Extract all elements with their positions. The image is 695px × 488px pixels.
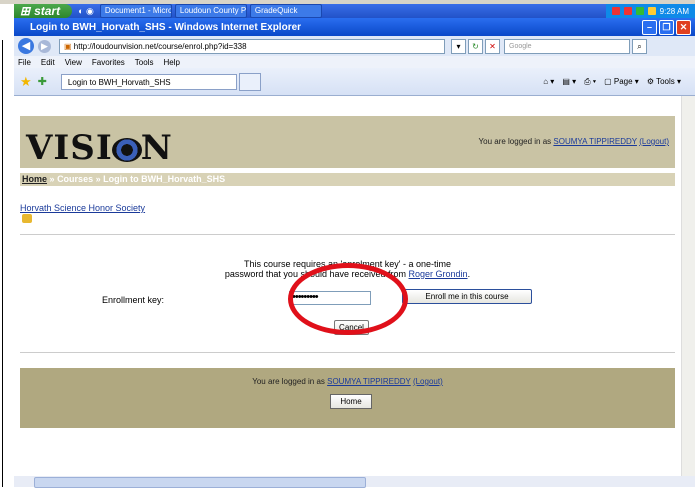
enroll-button[interactable]: Enroll me in this course bbox=[402, 289, 532, 304]
feeds-icon[interactable]: ▤ ▾ bbox=[562, 77, 576, 87]
left-border bbox=[2, 40, 3, 487]
page-content: VISI N You are logged in as SOUMYA TIPPIR… bbox=[14, 96, 681, 476]
maximize-button[interactable]: ❐ bbox=[659, 19, 674, 35]
site-footer: You are logged in as SOUMYA TIPPIREDDY (… bbox=[20, 368, 675, 428]
tray-icon[interactable] bbox=[647, 7, 656, 15]
footer-user-link[interactable]: SOUMYA TIPPIREDDY bbox=[327, 377, 411, 386]
breadcrumb-courses[interactable]: Courses bbox=[57, 174, 93, 184]
favorites-star-icon[interactable]: ★ bbox=[20, 74, 32, 90]
logo-text-end: N bbox=[140, 128, 173, 168]
login-info: You are logged in as SOUMYA TIPPIREDDY (… bbox=[479, 137, 669, 146]
new-tab-button[interactable] bbox=[238, 72, 261, 91]
breadcrumb-home[interactable]: Home bbox=[22, 174, 47, 184]
footer-logout-link[interactable]: (Logout) bbox=[413, 377, 443, 386]
close-button[interactable]: ✕ bbox=[676, 19, 691, 35]
add-favorite-icon[interactable]: ✚ bbox=[38, 75, 47, 88]
tab-title: Login to BWH_Horvath_SHS bbox=[67, 77, 171, 87]
browser-tab[interactable]: Login to BWH_Horvath_SHS bbox=[60, 73, 237, 90]
breadcrumb: Home » Courses » Login to BWH_Horvath_SH… bbox=[20, 173, 675, 186]
menu-tools[interactable]: Tools bbox=[135, 58, 154, 67]
tray-icon[interactable] bbox=[623, 7, 632, 15]
address-dropdown-icon[interactable]: ▾ bbox=[451, 38, 466, 54]
windows-logo-icon: ⊞ bbox=[20, 4, 31, 18]
breadcrumb-sep: » bbox=[49, 174, 55, 184]
refresh-icon[interactable]: ↻ bbox=[468, 38, 483, 54]
tools-menu[interactable]: ⚙ Tools ▾ bbox=[647, 77, 681, 87]
login-prefix: You are logged in as bbox=[478, 137, 554, 146]
enrolment-box: This course requires an 'enrolment key' … bbox=[20, 234, 675, 353]
address-bar-row: ◀ ▶ ▣ http://loudounvision.net/course/en… bbox=[14, 36, 695, 56]
window-title: Login to BWH_Horvath_SHS - Windows Inter… bbox=[30, 21, 302, 33]
quick-launch-icons[interactable]: ◐ ◉ bbox=[78, 6, 94, 17]
system-tray: 9:28 AM bbox=[605, 4, 695, 18]
menu-view[interactable]: View bbox=[65, 58, 82, 67]
command-bar: ⌂ ▾ ▤ ▾ ⎙ ▾ ▢ Page ▾ ⚙ Tools ▾ bbox=[543, 77, 681, 87]
taskbar-item-word[interactable]: Document1 - Microsof... bbox=[99, 4, 172, 18]
site-header: VISI N You are logged in as SOUMYA TIPPIR… bbox=[20, 116, 675, 168]
taskbar-item-ie[interactable]: Loudoun County Publi... bbox=[174, 4, 247, 18]
screenshot: ⊞ start ◐ ◉ Document1 - Microsof... Loud… bbox=[0, 0, 695, 488]
taskbar-item-gradequick[interactable]: GradeQuick bbox=[249, 4, 322, 18]
teacher-link[interactable]: Roger Grondin bbox=[409, 269, 468, 279]
search-input[interactable]: Google bbox=[504, 38, 630, 54]
footer-login-prefix: You are logged in as bbox=[252, 377, 328, 386]
eye-icon bbox=[111, 138, 142, 162]
page-icon: ▣ bbox=[64, 41, 74, 51]
tools-menu-label: Tools bbox=[656, 76, 675, 86]
page-menu-label: Page bbox=[613, 76, 633, 86]
window-titlebar: Login to BWH_Horvath_SHS - Windows Inter… bbox=[14, 18, 695, 36]
horizontal-scrollbar[interactable] bbox=[14, 476, 695, 488]
menu-file[interactable]: File bbox=[18, 58, 31, 67]
start-button[interactable]: ⊞ start bbox=[14, 4, 73, 18]
tray-icon[interactable] bbox=[611, 7, 620, 15]
page-menu[interactable]: ▢ Page ▾ bbox=[604, 77, 639, 87]
print-icon[interactable]: ⎙ ▾ bbox=[584, 77, 596, 87]
vertical-scrollbar[interactable] bbox=[681, 96, 695, 476]
scroll-thumb[interactable] bbox=[34, 477, 366, 488]
logout-link[interactable]: (Logout) bbox=[639, 137, 669, 146]
course-icon bbox=[22, 214, 32, 223]
menu-help[interactable]: Help bbox=[163, 58, 179, 67]
start-label: start bbox=[34, 4, 61, 18]
back-button[interactable]: ◀ bbox=[18, 38, 34, 54]
course-name-link[interactable]: Horvath Science Honor Society bbox=[20, 203, 145, 213]
tray-icon[interactable] bbox=[635, 7, 644, 15]
stop-icon[interactable]: ✕ bbox=[485, 38, 500, 54]
home-icon[interactable]: ⌂ ▾ bbox=[543, 77, 554, 87]
address-input[interactable]: ▣ http://loudounvision.net/course/enrol.… bbox=[59, 38, 445, 54]
search-icon[interactable]: ⌕ bbox=[632, 38, 647, 54]
menu-favorites[interactable]: Favorites bbox=[92, 58, 125, 67]
minimize-button[interactable]: – bbox=[642, 19, 657, 35]
highlight-circle bbox=[288, 263, 408, 335]
favorites-bar: ★ ✚ Login to BWH_Horvath_SHS ⌂ ▾ ▤ ▾ ⎙ ▾… bbox=[14, 68, 695, 96]
breadcrumb-current: Login to BWH_Horvath_SHS bbox=[103, 174, 226, 184]
taskbar: ⊞ start ◐ ◉ Document1 - Microsof... Loud… bbox=[14, 4, 695, 18]
breadcrumb-sep: » bbox=[95, 174, 101, 184]
logo-text: VISI bbox=[26, 128, 113, 168]
footer-home-button[interactable]: Home bbox=[330, 394, 372, 409]
enrolment-key-label: Enrollment key: bbox=[102, 295, 165, 305]
clock: 9:28 AM bbox=[659, 6, 689, 16]
site-logo[interactable]: VISI N bbox=[26, 128, 173, 168]
user-link[interactable]: SOUMYA TIPPIREDDY bbox=[553, 137, 637, 146]
footer-login-info: You are logged in as SOUMYA TIPPIREDDY (… bbox=[20, 377, 675, 386]
forward-button[interactable]: ▶ bbox=[38, 39, 51, 53]
url-text: http://loudounvision.net/course/enrol.ph… bbox=[73, 41, 247, 51]
menu-edit[interactable]: Edit bbox=[41, 58, 55, 67]
menu-bar: File Edit View Favorites Tools Help bbox=[14, 56, 695, 68]
